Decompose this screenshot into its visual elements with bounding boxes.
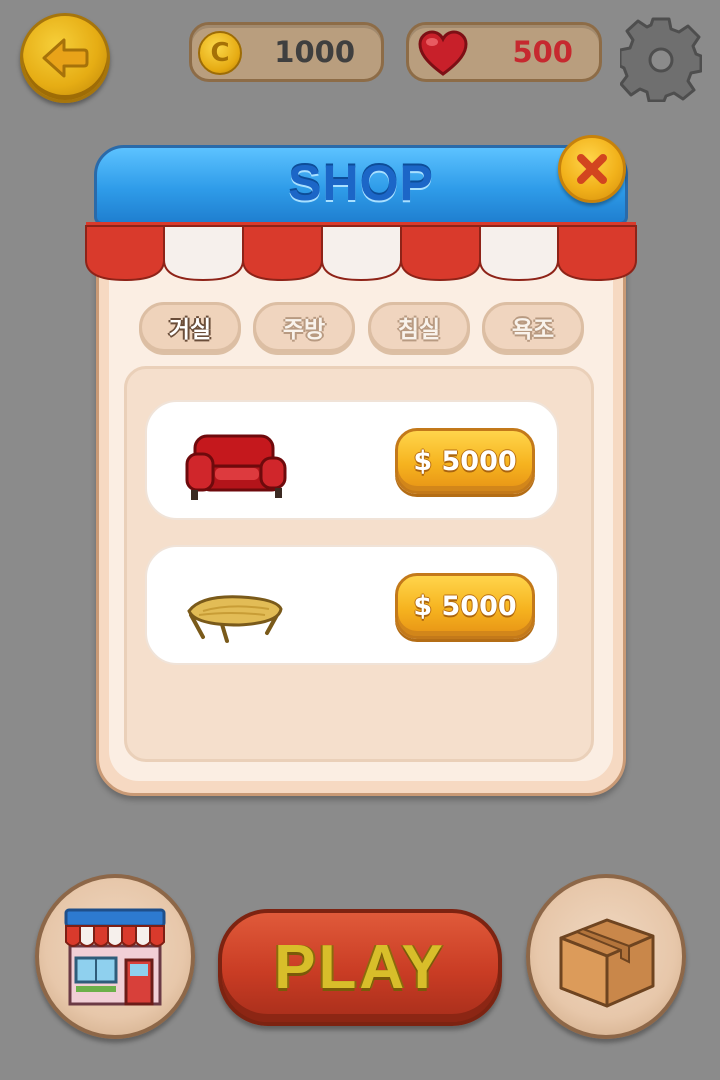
tab-bathroom[interactable]: 욕조: [482, 302, 584, 352]
table-icon: [187, 595, 283, 643]
sofa-icon: [185, 434, 287, 500]
gear-icon[interactable]: [620, 12, 702, 102]
box-icon: [559, 918, 655, 1007]
shop-title: SHOP: [288, 155, 434, 211]
list-item: $ 5000: [145, 400, 559, 520]
play-button[interactable]: PLAY: [218, 909, 502, 1026]
tab-kitchen[interactable]: 주방: [253, 302, 355, 352]
arrow-left-icon: [42, 38, 89, 78]
awning-stripes: [85, 222, 637, 282]
heart-icon: [418, 30, 468, 76]
buy-button[interactable]: $ 5000: [395, 573, 535, 639]
tab-bedroom[interactable]: 침실: [368, 302, 470, 352]
play-label: PLAY: [274, 933, 446, 1002]
coin-value: 1000: [274, 35, 355, 69]
coin-counter: C 1000: [189, 22, 384, 82]
store-icon: [64, 908, 166, 1005]
tab-living-room[interactable]: 거실: [139, 302, 241, 352]
coin-icon: C: [198, 31, 242, 75]
close-icon: [577, 154, 607, 184]
list-item: $ 5000: [145, 545, 559, 665]
box-button[interactable]: [526, 874, 686, 1039]
close-button[interactable]: [558, 135, 626, 203]
heart-counter: 500: [406, 22, 602, 82]
store-button[interactable]: [35, 874, 195, 1039]
shop-header: SHOP: [94, 145, 628, 225]
heart-value: 500: [512, 35, 573, 69]
back-button[interactable]: [20, 13, 110, 103]
buy-button[interactable]: $ 5000: [395, 428, 535, 494]
